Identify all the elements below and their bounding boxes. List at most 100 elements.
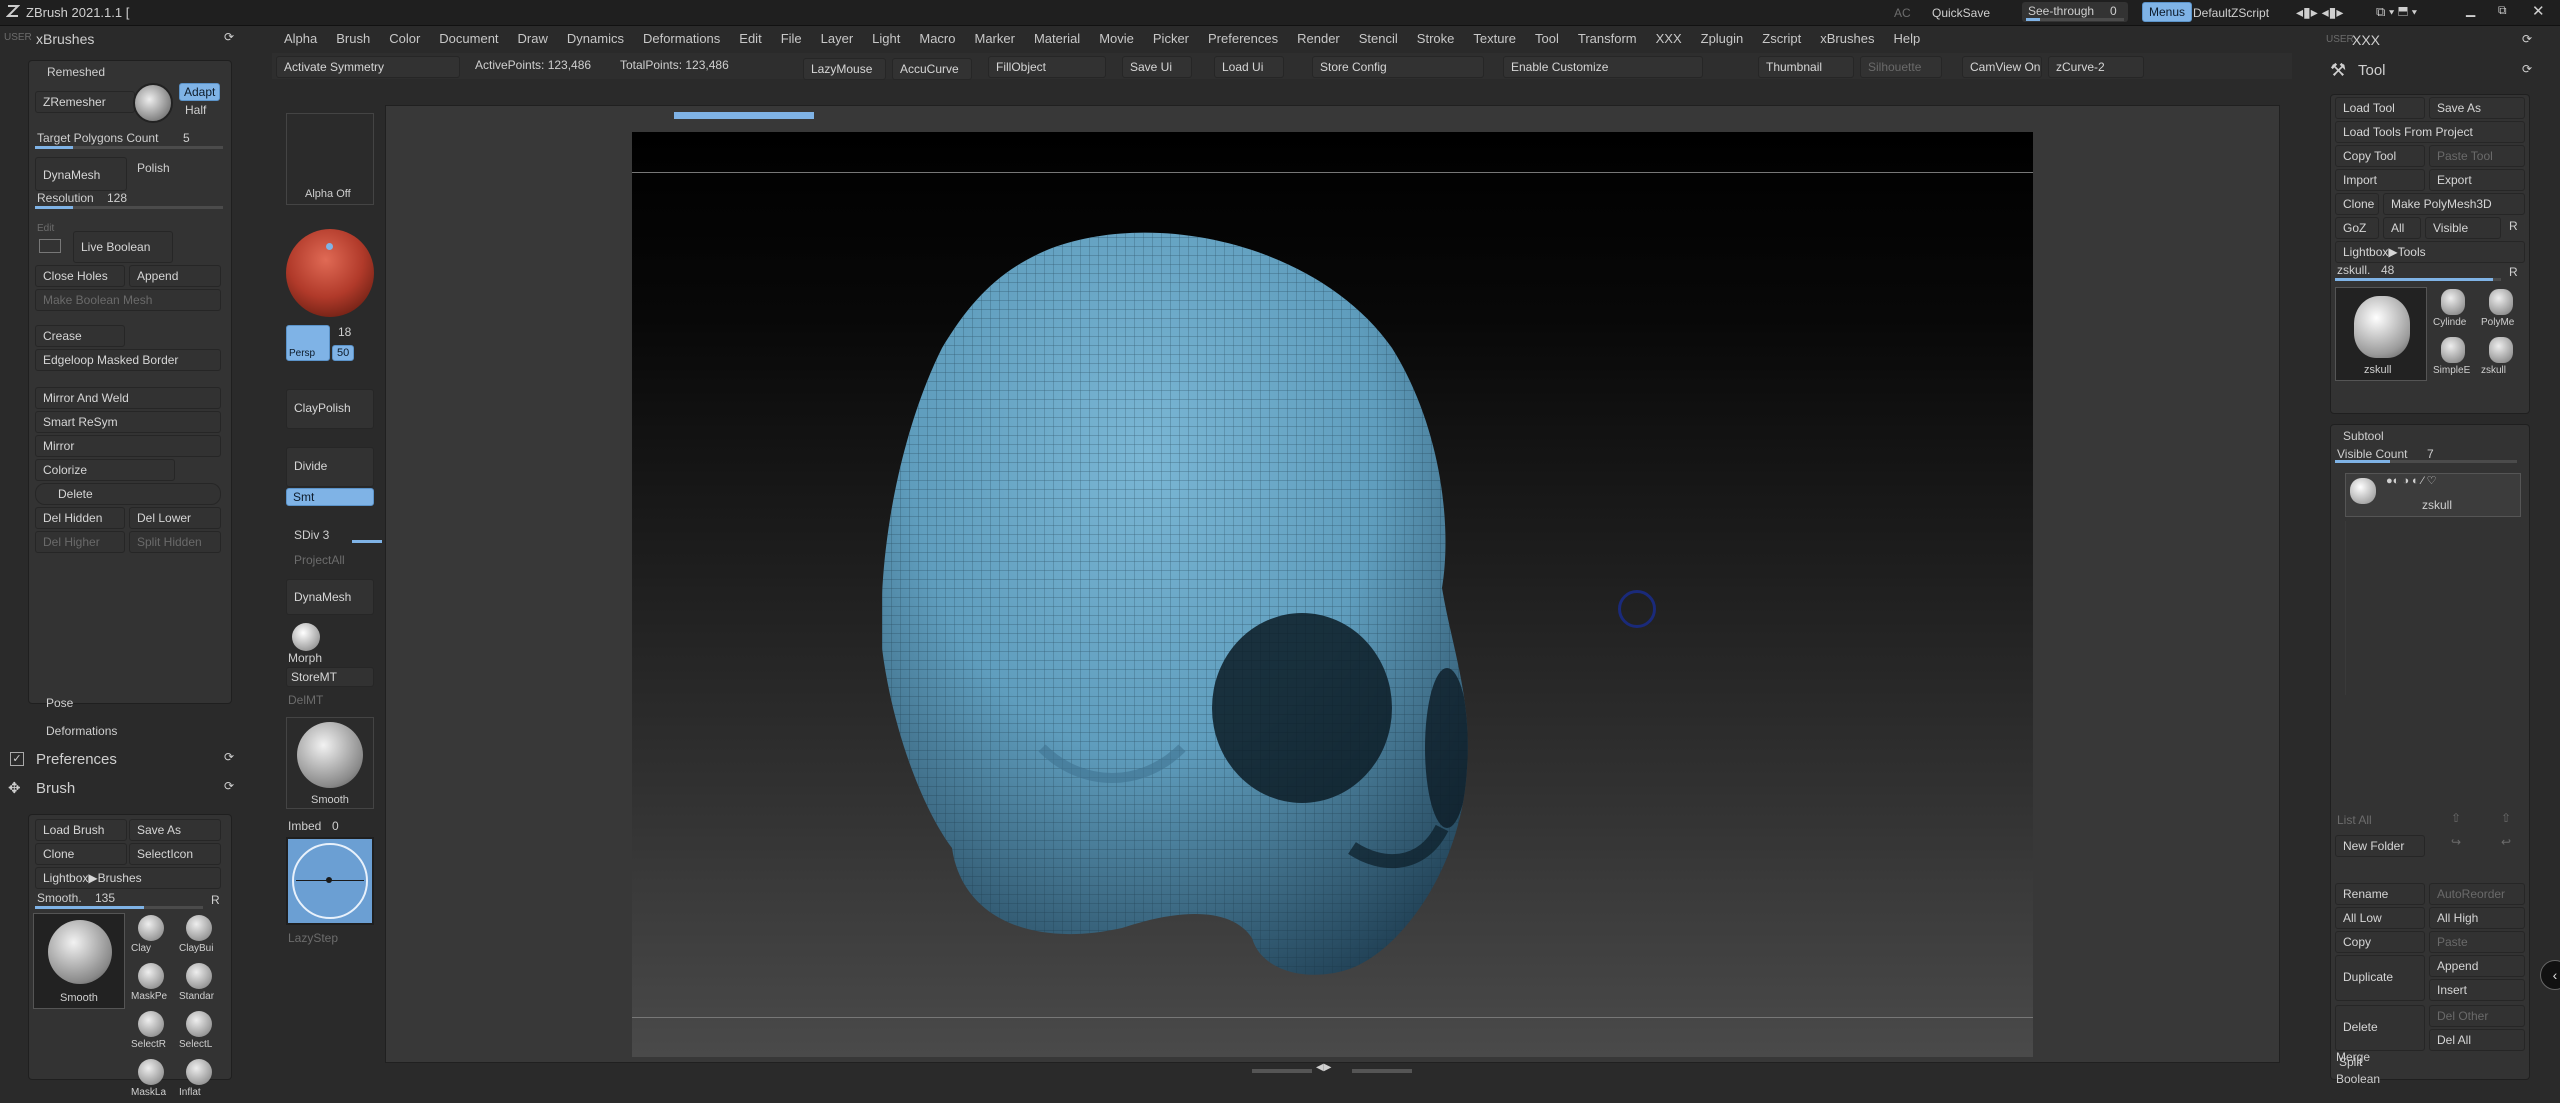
brush-thumb-inflat[interactable]: Inflat xyxy=(177,1057,223,1103)
delete-subtool-button[interactable]: Delete xyxy=(2335,1005,2425,1051)
pose-item[interactable]: Pose xyxy=(46,696,73,710)
menu-macro[interactable]: Macro xyxy=(919,31,955,46)
menu-texture[interactable]: Texture xyxy=(1473,31,1516,46)
boolean-edit-icon[interactable] xyxy=(39,239,61,253)
all-low-button[interactable]: All Low xyxy=(2335,907,2425,929)
target-polygons-slider[interactable]: Target Polygons Count 5 xyxy=(35,131,225,149)
move-up-arrow-icon[interactable]: ⇧ xyxy=(2451,811,2461,825)
restore-icon[interactable]: ⧉ xyxy=(2498,3,2507,18)
brush-move-icon[interactable]: ✥ xyxy=(8,779,21,797)
menu-movie[interactable]: Movie xyxy=(1099,31,1134,46)
lightbox-brushes-button[interactable]: Lightbox▶Brushes xyxy=(35,867,221,889)
merge-section[interactable]: Merge xyxy=(2336,1050,2370,1064)
export-button[interactable]: Export xyxy=(2429,169,2525,191)
crease-button[interactable]: Crease xyxy=(35,325,125,347)
menu-preferences[interactable]: Preferences xyxy=(1208,31,1278,46)
adapt-toggle[interactable]: Adapt xyxy=(179,83,221,101)
menu-stencil[interactable]: Stencil xyxy=(1359,31,1398,46)
persp-button[interactable]: Persp xyxy=(286,325,330,361)
tool-thumb-polyme[interactable]: PolyMe xyxy=(2479,287,2525,333)
del-higher-button[interactable]: Del Higher xyxy=(35,531,125,553)
zoom-value[interactable]: 50 xyxy=(332,345,355,361)
make-polymesh3d-button[interactable]: Make PolyMesh3D xyxy=(2383,193,2525,215)
selecticon-button[interactable]: SelectIcon xyxy=(129,843,221,865)
boolean-section[interactable]: Boolean xyxy=(2336,1072,2380,1086)
close-icon[interactable]: ✕ xyxy=(2532,2,2545,20)
duplicate-button[interactable]: Duplicate xyxy=(2335,955,2425,1001)
clone-tool-button[interactable]: Clone xyxy=(2335,193,2379,215)
menu-render[interactable]: Render xyxy=(1297,31,1340,46)
menu-zplugin[interactable]: Zplugin xyxy=(1701,31,1744,46)
move-up-folder-icon[interactable]: ⇧ xyxy=(2501,811,2511,825)
polish-button[interactable]: Polish xyxy=(137,161,170,175)
store-config-button[interactable]: Store Config xyxy=(1312,56,1484,78)
menu-help[interactable]: Help xyxy=(1893,31,1920,46)
smooth-brush-slot[interactable]: Smooth xyxy=(286,717,374,809)
menu-marker[interactable]: Marker xyxy=(975,31,1015,46)
dynamesh-button[interactable]: DynaMesh xyxy=(35,157,127,191)
load-brush-button[interactable]: Load Brush xyxy=(35,819,127,841)
clone-brush-button[interactable]: Clone xyxy=(35,843,127,865)
brush-thumb-standar[interactable]: Standar xyxy=(177,961,223,1007)
menu-transform[interactable]: Transform xyxy=(1578,31,1637,46)
visible-count-slider[interactable]: Visible Count 7 xyxy=(2335,445,2519,463)
skull-model[interactable] xyxy=(882,228,1502,988)
brush-title[interactable]: Brush xyxy=(36,780,75,797)
menu-alpha[interactable]: Alpha xyxy=(284,31,317,46)
insert-subtool-button[interactable]: Insert xyxy=(2429,979,2525,1001)
smart-resym-button[interactable]: Smart ReSym xyxy=(35,411,221,433)
live-boolean-button[interactable]: Live Boolean xyxy=(73,231,173,263)
smt-toggle[interactable]: Smt xyxy=(286,488,374,506)
preferences-title[interactable]: Preferences xyxy=(36,751,117,768)
menu-light[interactable]: Light xyxy=(872,31,900,46)
autoreorder-button[interactable]: AutoReorder xyxy=(2429,883,2525,905)
preferences-refresh-icon[interactable]: ⟳ xyxy=(224,750,234,764)
load-tools-from-project-button[interactable]: Load Tools From Project xyxy=(2335,121,2525,143)
divide-button[interactable]: Divide xyxy=(286,447,374,487)
imbed-label[interactable]: Imbed xyxy=(288,819,321,833)
move-down-folder-icon[interactable]: ↩ xyxy=(2501,835,2511,849)
menu-tool[interactable]: Tool xyxy=(1535,31,1559,46)
storemt-button[interactable]: StoreMT xyxy=(286,667,374,687)
append-subtool-button[interactable]: Append xyxy=(2429,955,2525,977)
del-other-button[interactable]: Del Other xyxy=(2429,1005,2525,1027)
expand-arrows-icon[interactable]: ◀▶ xyxy=(1316,1062,1331,1073)
enable-customize-button[interactable]: Enable Customize xyxy=(1503,56,1703,78)
preferences-check-icon[interactable]: ✓ xyxy=(10,752,24,766)
layout-arrows-icon[interactable]: ◂▮▸ ◂▮▸ xyxy=(2296,4,2343,21)
subtool-list-item[interactable]: ●◐ ◑ ◐ ⁄ ♡ zskull xyxy=(2345,473,2521,517)
document-canvas[interactable] xyxy=(632,132,2033,1057)
goz-r-button[interactable]: R xyxy=(2509,219,2518,233)
all-high-button[interactable]: All High xyxy=(2429,907,2525,929)
delmt-button[interactable]: DelMT xyxy=(288,693,323,707)
brush-thumb-selectl[interactable]: SelectL xyxy=(177,1009,223,1055)
rename-button[interactable]: Rename xyxy=(2335,883,2425,905)
menu-brush[interactable]: Brush xyxy=(336,31,370,46)
script-label[interactable]: DefaultZScript xyxy=(2193,6,2269,20)
camview-button[interactable]: CamView On xyxy=(1962,56,2042,78)
document-scroll-indicator[interactable] xyxy=(674,112,814,119)
resolution-slider[interactable]: Resolution 128 xyxy=(35,191,225,209)
zremesher-guide-icon[interactable] xyxy=(133,83,173,123)
accucurve-button[interactable]: AccuCurve xyxy=(892,58,972,80)
goz-all-button[interactable]: All xyxy=(2383,217,2421,239)
dynamesh-shelf-button[interactable]: DynaMesh xyxy=(286,579,374,615)
menu-dynamics[interactable]: Dynamics xyxy=(567,31,624,46)
list-all-button[interactable]: List All xyxy=(2337,813,2372,827)
smooth-intensity-slider[interactable]: Smooth. 135 xyxy=(35,891,205,909)
menu-xbrushes[interactable]: xBrushes xyxy=(1820,31,1874,46)
paste-tool-button[interactable]: Paste Tool xyxy=(2429,145,2525,167)
brush-thumb-selectr[interactable]: SelectR xyxy=(129,1009,175,1055)
zremesher-button[interactable]: ZRemesher xyxy=(35,91,135,113)
menu-xxx[interactable]: XXX xyxy=(1656,31,1682,46)
menu-document[interactable]: Document xyxy=(439,31,498,46)
half-button[interactable]: Half xyxy=(185,103,206,117)
right-tray-refresh-icon[interactable]: ⟳ xyxy=(2522,32,2532,46)
brush-thumb-claybui[interactable]: ClayBui xyxy=(177,913,223,959)
menu-color[interactable]: Color xyxy=(389,31,420,46)
make-boolean-mesh-button[interactable]: Make Boolean Mesh xyxy=(35,289,221,311)
del-hidden-button[interactable]: Del Hidden xyxy=(35,507,125,529)
subtool-visibility-icons[interactable]: ●◐ ◑ ◐ ⁄ ♡ xyxy=(2386,474,2437,487)
close-holes-button[interactable]: Close Holes xyxy=(35,265,125,287)
brush-thumb-maskla[interactable]: MaskLa xyxy=(129,1057,175,1103)
